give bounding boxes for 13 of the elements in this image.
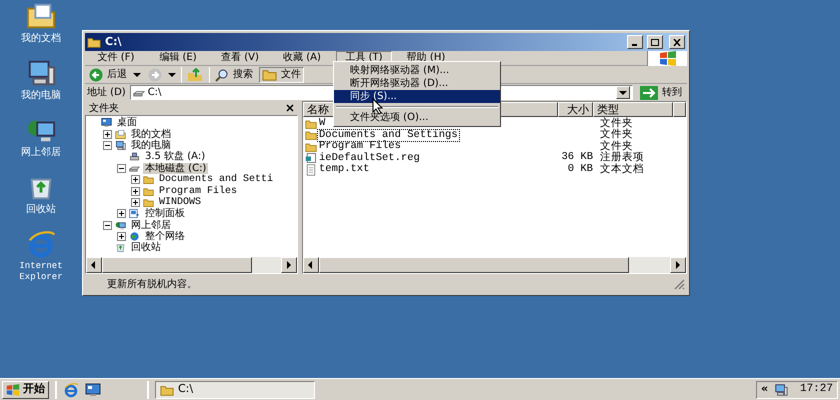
file-size: 36 KB bbox=[561, 151, 593, 164]
clock: 17:27 bbox=[800, 382, 833, 398]
file-type: 注册表项 bbox=[599, 150, 645, 164]
file-type: 文本文档 bbox=[599, 162, 645, 177]
pane-title: 文件夹 bbox=[89, 102, 120, 116]
file-size: 0 KB bbox=[568, 162, 593, 175]
file-type: 文件夹 bbox=[599, 138, 633, 152]
address-label: 地址 (D) bbox=[87, 86, 126, 100]
file-type: 文件夹 bbox=[599, 128, 634, 140]
status-text: 更新所有脱机内容。 bbox=[107, 278, 198, 292]
window-title: C:\ bbox=[105, 34, 122, 50]
file-type: 文件夹 bbox=[599, 116, 634, 129]
address-value: C:\ bbox=[148, 86, 162, 100]
